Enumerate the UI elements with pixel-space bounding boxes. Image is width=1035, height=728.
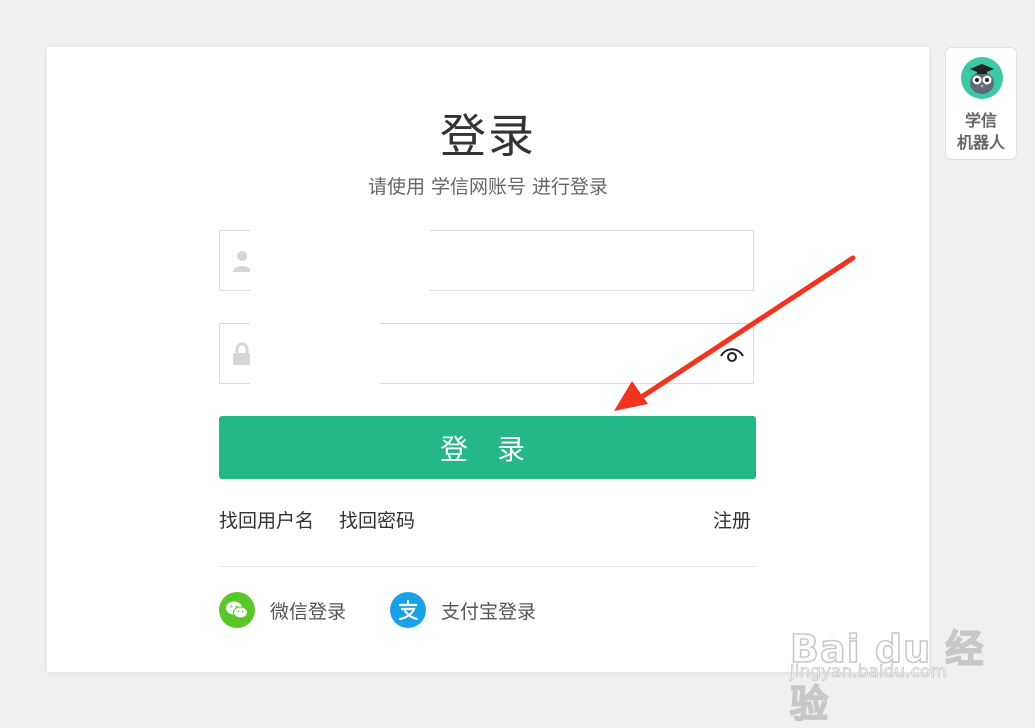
login-title: 登录 bbox=[440, 109, 536, 163]
alipay-login-label: 支付宝登录 bbox=[441, 600, 537, 623]
lock-icon bbox=[233, 342, 251, 365]
robot-avatar-icon bbox=[961, 57, 1003, 99]
baidu-watermark: Bai du 经验 jingyan.baidu.com bbox=[789, 600, 990, 727]
login-subtitle: 请使用 学信网账号 进行登录 bbox=[367, 176, 609, 198]
watermark-url: jingyan.baidu.com bbox=[790, 662, 948, 683]
redaction-block bbox=[250, 320, 380, 386]
wechat-login-label: 微信登录 bbox=[270, 600, 347, 623]
register-link[interactable]: 注册 bbox=[713, 506, 751, 533]
recover-password-link[interactable]: 找回密码 bbox=[339, 506, 415, 533]
recover-username-link[interactable]: 找回用户名 bbox=[219, 506, 314, 533]
robot-assistant-button[interactable]: 学信 机器人 bbox=[945, 47, 1017, 160]
robot-label-line1: 学信 bbox=[964, 111, 997, 130]
eye-icon[interactable] bbox=[719, 344, 745, 364]
robot-label: 学信 机器人 bbox=[946, 110, 1016, 154]
password-field[interactable] bbox=[219, 320, 754, 386]
wechat-login-button[interactable]: 微信登录 bbox=[219, 592, 346, 628]
login-button[interactable]: 登 录 bbox=[219, 416, 756, 479]
wechat-icon bbox=[219, 592, 255, 628]
divider bbox=[219, 566, 756, 567]
redaction-block bbox=[330, 227, 430, 293]
alipay-icon bbox=[390, 592, 426, 628]
alipay-login-button[interactable]: 支付宝登录 bbox=[390, 592, 536, 628]
redaction-block bbox=[250, 227, 340, 293]
robot-label-line2: 机器人 bbox=[956, 133, 1005, 152]
user-icon bbox=[233, 251, 251, 272]
username-field[interactable] bbox=[219, 227, 754, 293]
